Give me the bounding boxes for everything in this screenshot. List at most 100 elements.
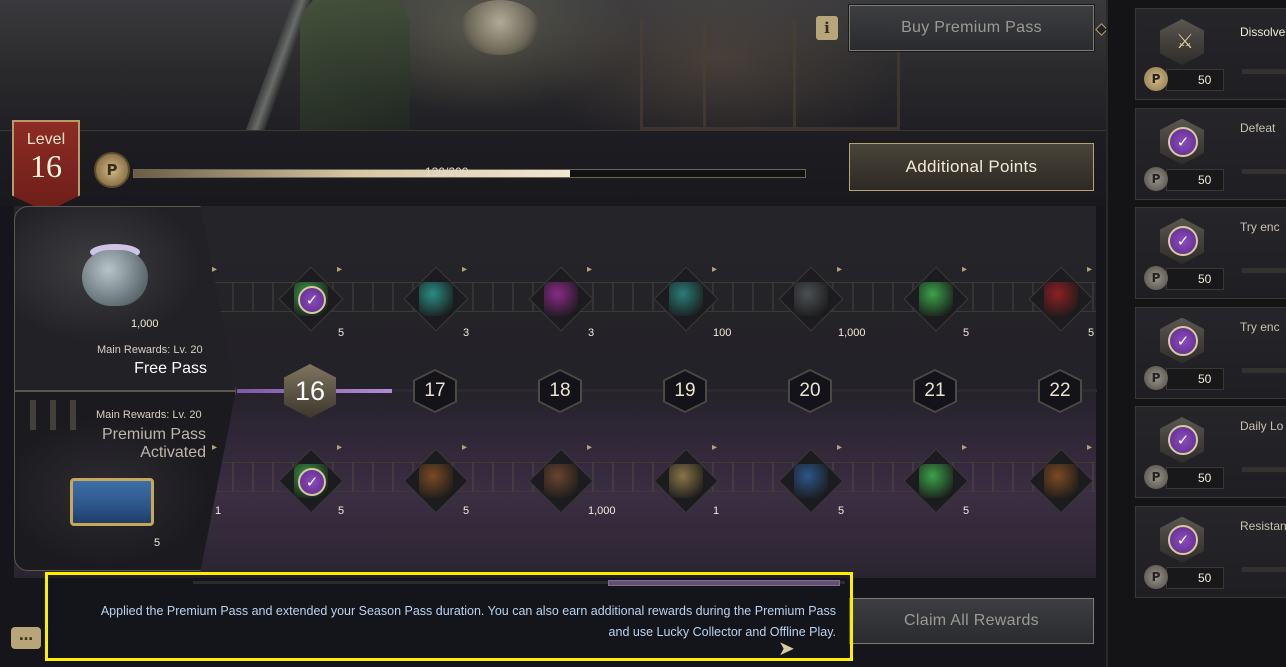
reward-slot[interactable] bbox=[653, 448, 719, 514]
sword-crest-icon: ⚔ bbox=[1176, 29, 1194, 53]
mission-progress-bar bbox=[1242, 268, 1286, 273]
reward-slot[interactable] bbox=[778, 266, 844, 332]
info-arrow-icon[interactable]: ▸ bbox=[212, 443, 222, 453]
mission-card[interactable]: ✓ P 50 Daily Lo bbox=[1135, 406, 1286, 498]
mission-progress-bar bbox=[1242, 566, 1286, 572]
premium-pass-title-line1: Premium Pass bbox=[101, 426, 206, 443]
mission-card[interactable]: ✓ P 50 Try enc bbox=[1135, 306, 1286, 399]
reward-qty: 100 bbox=[713, 327, 732, 339]
info-arrow-icon[interactable]: ▸ bbox=[962, 443, 972, 453]
mission-card[interactable]: ✓ P 50 Try enc bbox=[1135, 207, 1286, 299]
reward-qty: 5 bbox=[838, 505, 845, 517]
pass-points-icon: P bbox=[1144, 67, 1168, 91]
mission-points: 50 bbox=[1198, 73, 1212, 87]
check-badge-icon: ✓ bbox=[1168, 325, 1198, 356]
level-progress-bar bbox=[133, 169, 806, 178]
reward-slot[interactable] bbox=[903, 448, 969, 514]
mission-title: Try enc bbox=[1240, 319, 1280, 334]
claim-all-rewards-button[interactable]: Claim All Rewards bbox=[848, 597, 1095, 645]
reward-slot[interactable] bbox=[903, 266, 969, 332]
premium-notice-box: Applied the Premium Pass and extended yo… bbox=[45, 572, 853, 661]
mission-points: 50 bbox=[1198, 272, 1212, 286]
pass-points-icon: P bbox=[1144, 465, 1168, 489]
mission-card[interactable]: ✓ P 50 Resistan bbox=[1135, 505, 1286, 598]
mission-points-box bbox=[1166, 566, 1224, 589]
info-arrow-icon[interactable]: ▸ bbox=[337, 265, 347, 275]
silver-pouch-icon bbox=[82, 250, 148, 306]
reward-slot[interactable] bbox=[403, 448, 469, 514]
check-badge-icon: ✓ bbox=[1168, 425, 1198, 455]
premium-main-reward-qty: 5 bbox=[154, 537, 161, 549]
reward-qty: 1 bbox=[713, 505, 720, 517]
green-pouch-icon bbox=[544, 464, 578, 498]
reward-slot[interactable] bbox=[528, 266, 594, 332]
reward-qty: 5 bbox=[963, 505, 970, 517]
reward-qty: 5 bbox=[963, 327, 970, 339]
monstera-leaf-icon bbox=[669, 282, 703, 316]
reward-qty: 5 bbox=[338, 505, 345, 517]
mission-progress-bar bbox=[1242, 69, 1286, 74]
reward-qty: 5 bbox=[463, 505, 470, 517]
reward-qty: 5 bbox=[1088, 327, 1095, 339]
reward-qty: 1,000 bbox=[588, 505, 616, 517]
mission-card[interactable]: ✓ P 50 Defeat bbox=[1135, 107, 1286, 200]
level-label: Level bbox=[26, 131, 66, 148]
info-arrow-icon[interactable]: ▸ bbox=[462, 443, 472, 453]
info-arrow-icon[interactable]: ▸ bbox=[337, 443, 347, 453]
pass-points-icon: P bbox=[1144, 266, 1168, 290]
pass-points-icon: P bbox=[1144, 564, 1168, 589]
info-arrow-icon[interactable]: ▸ bbox=[1087, 265, 1097, 275]
free-main-rewards-label: Main Rewards: Lv. 20 bbox=[97, 344, 203, 356]
reward-slot[interactable]: ✓ bbox=[278, 448, 344, 514]
reward-slot[interactable]: ✓ bbox=[278, 266, 344, 332]
pass-points-icon: P bbox=[1144, 166, 1168, 191]
info-arrow-icon[interactable]: ▸ bbox=[462, 265, 472, 275]
info-arrow-icon[interactable]: ▸ bbox=[712, 265, 722, 275]
notice-line-1: Applied the Premium Pass and extended yo… bbox=[100, 604, 836, 618]
potion-vial-icon bbox=[919, 464, 953, 498]
additional-points-button[interactable]: Additional Points bbox=[848, 142, 1095, 192]
info-arrow-icon[interactable]: ▸ bbox=[1087, 443, 1097, 453]
reward-slot[interactable] bbox=[1028, 266, 1094, 332]
mission-points-box bbox=[1166, 467, 1224, 489]
reward-slot[interactable] bbox=[653, 266, 719, 332]
claimed-check-icon: ✓ bbox=[298, 468, 326, 496]
mission-points-box bbox=[1166, 69, 1224, 91]
teal-feather-icon bbox=[419, 282, 453, 316]
level-value: 16 bbox=[30, 148, 62, 184]
mission-points: 50 bbox=[1198, 371, 1212, 386]
info-arrow-icon[interactable]: ▸ bbox=[962, 265, 972, 275]
info-arrow-icon[interactable]: ▸ bbox=[837, 265, 847, 275]
reward-qty: 5 bbox=[338, 327, 345, 339]
check-badge-icon: ✓ bbox=[1168, 226, 1198, 256]
treasure-chest-icon bbox=[419, 464, 453, 498]
mission-card[interactable]: ⚔ P 50 Dissolve bbox=[1135, 8, 1286, 100]
check-badge-icon: ✓ bbox=[1168, 524, 1198, 555]
scroll-icon[interactable]: i bbox=[816, 16, 838, 40]
buy-premium-pass-button[interactable]: Buy Premium Pass bbox=[848, 4, 1095, 52]
claimed-check-icon: ✓ bbox=[298, 286, 326, 314]
level-progress-fill bbox=[134, 170, 571, 177]
blue-chest-icon bbox=[794, 464, 828, 498]
info-arrow-icon[interactable]: ▸ bbox=[712, 443, 722, 453]
info-arrow-icon[interactable]: ▸ bbox=[837, 443, 847, 453]
reward-slot[interactable] bbox=[528, 448, 594, 514]
notice-line-2: and use Lucky Collector and Offline Play… bbox=[608, 625, 836, 639]
reward-slot[interactable] bbox=[403, 266, 469, 332]
creature-art bbox=[460, 0, 540, 55]
mission-title: Resistan bbox=[1240, 518, 1286, 533]
reward-slot[interactable] bbox=[1028, 448, 1094, 514]
free-pass-title: Free Pass bbox=[134, 360, 207, 377]
treasure-chest-icon bbox=[1044, 464, 1078, 498]
info-arrow-icon[interactable]: ▸ bbox=[587, 443, 597, 453]
premium-pass-title-line2: Activated bbox=[140, 444, 206, 461]
mission-title: Try enc bbox=[1240, 220, 1280, 234]
chat-bubble-icon[interactable]: … bbox=[11, 627, 41, 649]
hero-figure-art bbox=[300, 0, 410, 130]
cursor-icon: ➤ bbox=[778, 636, 795, 660]
info-arrow-icon[interactable]: ▸ bbox=[587, 265, 597, 275]
info-arrow-icon[interactable]: ▸ bbox=[212, 265, 222, 275]
mission-title: Dissolve bbox=[1240, 25, 1286, 39]
reward-slot[interactable] bbox=[778, 448, 844, 514]
reward-qty: 1,000 bbox=[838, 327, 866, 339]
